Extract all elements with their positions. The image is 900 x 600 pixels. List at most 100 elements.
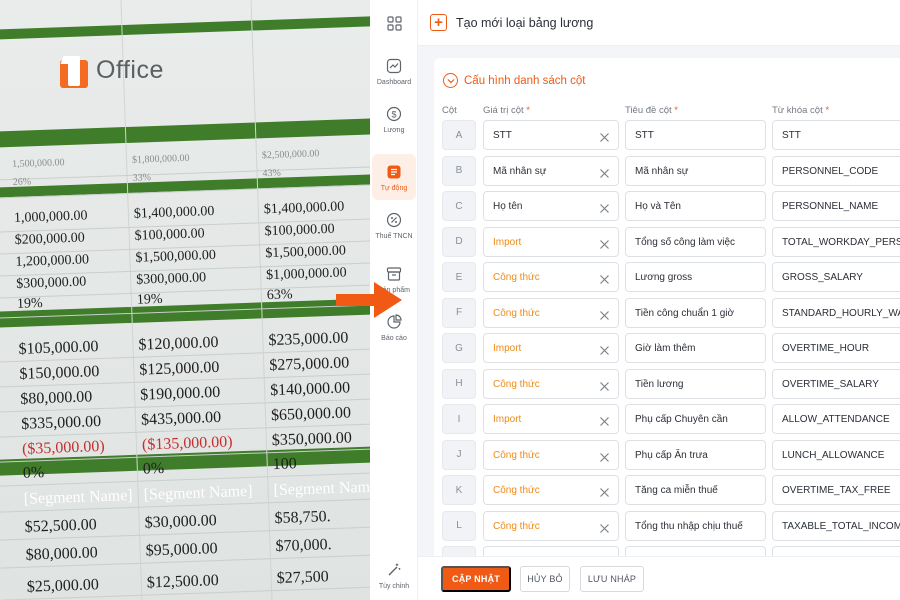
column-key-input[interactable]: TOTAL_WORKDAY_PERSON xyxy=(772,226,900,257)
column-value-select[interactable]: Công thức xyxy=(483,439,619,470)
table-row: B Mã nhân sự Mã nhân sự PERSONNEL_CODE xyxy=(434,155,900,186)
svg-text:$: $ xyxy=(391,109,396,119)
cancel-button[interactable]: HỦY BỎ xyxy=(520,566,570,592)
column-value-text: Import xyxy=(493,414,522,425)
sheet-cell-value: $100,000.00 xyxy=(264,221,335,240)
clear-icon[interactable] xyxy=(599,485,610,497)
save-draft-button[interactable]: LƯU NHÁP xyxy=(580,566,644,592)
column-key-input[interactable]: GROSS_SALARY xyxy=(772,262,900,292)
column-value-select[interactable]: Họ tên xyxy=(483,191,619,221)
column-title-input[interactable]: Mã nhân sự xyxy=(625,155,766,186)
column-value-select[interactable]: Công thức xyxy=(483,510,619,541)
column-key-input[interactable]: TAXABLE_TOTAL_INCOME xyxy=(772,510,900,541)
column-key-text: PERSONNEL_NAME xyxy=(782,201,879,212)
column-value-select[interactable]: Import xyxy=(483,226,619,257)
column-key-input[interactable]: STT xyxy=(772,120,900,150)
sheet-cell-value: $1,400,000.00 xyxy=(133,203,215,222)
table-row: D Import Tổng số công làm việc TOTAL_WORKDA… xyxy=(434,226,900,257)
column-key-text: TOTAL_WORKDAY_PERSON xyxy=(782,236,900,248)
page-title: Tạo mới loại bảng lương xyxy=(456,16,594,30)
column-key-input[interactable]: OVERTIME_TAX_FREE xyxy=(772,475,900,505)
column-value-text: Mã nhân sự xyxy=(493,165,547,177)
table-row: G Import Giờ làm thêm OVERTIME_HOUR xyxy=(434,333,900,363)
column-key-input[interactable]: ALLOW_ATTENDANCE xyxy=(772,404,900,434)
column-title-input[interactable]: Phụ cấp Ăn trưa xyxy=(625,439,766,470)
sheet-cell-value: $125,000.00 xyxy=(139,358,220,379)
column-title-text: Tổng thu nhập chịu thuế xyxy=(635,520,743,532)
column-value-select[interactable]: Công thức xyxy=(483,368,619,399)
chevron-down-icon xyxy=(443,73,458,88)
column-value-select[interactable]: Công thức xyxy=(483,297,619,328)
column-value-select[interactable]: Mã nhân sự xyxy=(483,155,619,186)
column-title-input[interactable]: Tổng thu nhập chịu thuế xyxy=(625,510,766,541)
column-key-input[interactable]: OVERTIME_HOUR xyxy=(772,333,900,363)
sidebar-item-luong[interactable]: $ Lương xyxy=(372,96,416,142)
column-key-input[interactable]: LUNCH_ALLOWANCE xyxy=(772,439,900,470)
column-letter: E xyxy=(442,262,476,292)
sheet-cell-value: $2,500,000.00 xyxy=(261,148,320,162)
column-value-select[interactable]: Import xyxy=(483,333,619,363)
sidebar-item-label: Tự động xyxy=(380,184,408,192)
clear-icon[interactable] xyxy=(599,272,610,284)
clear-icon[interactable] xyxy=(599,450,610,462)
clear-icon[interactable] xyxy=(599,166,610,178)
column-title-input[interactable]: Lương gross xyxy=(625,262,766,292)
sheet-cell-value: $200,000.00 xyxy=(14,230,85,248)
column-title-input[interactable]: Họ và Tên xyxy=(625,191,766,221)
sidebar-item-thue-tncn[interactable]: Thuế TNCN xyxy=(372,202,416,248)
sidebar-item-label: Lương xyxy=(383,126,405,134)
column-title-input[interactable]: Phụ cấp Chuyên cần xyxy=(625,404,766,434)
sidebar-item-tuy-chinh[interactable]: Tùy chỉnh xyxy=(372,552,416,598)
column-header-letter: Cột xyxy=(442,105,457,116)
table-row: I Import Phụ cấp Chuyên cần ALLOW_ATTENDANC… xyxy=(434,404,900,434)
sheet-cell-value: 0% xyxy=(142,459,165,478)
column-key-input[interactable]: PERSONNEL_CODE xyxy=(772,155,900,186)
sheet-cell-value: $300,000.00 xyxy=(16,274,87,292)
column-title-input[interactable]: Giờ làm thêm xyxy=(625,333,766,363)
column-value-select[interactable]: Công thức xyxy=(483,475,619,505)
column-title-input[interactable]: STT xyxy=(625,120,766,150)
column-value-select[interactable]: Công thức xyxy=(483,262,619,292)
column-key-input[interactable]: OVERTIME_SALARY xyxy=(772,368,900,399)
update-button[interactable]: CẬP NHẬT xyxy=(441,566,511,592)
app-grid-button[interactable] xyxy=(370,12,418,34)
column-value-text: Công thức xyxy=(493,378,540,390)
clear-icon[interactable] xyxy=(599,343,610,355)
column-header-title: Tiêu đề cột * xyxy=(625,105,678,116)
percent-icon xyxy=(386,212,402,227)
clear-icon[interactable] xyxy=(599,201,610,213)
column-title-input[interactable]: Tiền lương xyxy=(625,368,766,399)
clear-icon[interactable] xyxy=(599,308,610,320)
clear-icon[interactable] xyxy=(599,237,610,249)
sheet-cell-value: $80,000.00 xyxy=(25,544,99,564)
column-letter: K xyxy=(442,475,476,505)
clear-icon[interactable] xyxy=(599,521,610,533)
sidebar-item-tu-dong[interactable]: Tự động xyxy=(372,154,416,200)
column-value-text: Họ tên xyxy=(493,201,523,212)
column-title-input[interactable]: Tiền công chuẩn 1 giờ xyxy=(625,297,766,328)
column-letter: G xyxy=(442,333,476,363)
add-icon[interactable]: + xyxy=(430,14,447,31)
column-value-text: Công thức xyxy=(493,307,540,319)
sidebar-item-dashboard[interactable]: Dashboard xyxy=(372,48,416,94)
column-value-select[interactable]: Import xyxy=(483,404,619,434)
sidebar-item-label: Dashboard xyxy=(376,78,412,86)
column-key-input[interactable]: PERSONNEL_NAME xyxy=(772,191,900,221)
column-key-text: OVERTIME_SALARY xyxy=(782,378,879,390)
clear-icon[interactable] xyxy=(599,130,610,142)
sheet-cell-value: $27,500 xyxy=(276,568,329,587)
column-key-input[interactable]: STANDARD_HOURLY_WAGE xyxy=(772,297,900,328)
grid-icon xyxy=(386,15,402,31)
sheet-cell-value: 1,500,000.00 xyxy=(11,157,65,170)
sheet-cell-value: $1,500,000.00 xyxy=(135,247,217,266)
sheet-cell-value: $52,500.00 xyxy=(24,516,98,536)
column-value-select[interactable]: STT xyxy=(483,120,619,150)
column-title-input[interactable]: Tổng số công làm việc xyxy=(625,226,766,257)
sheet-cell-value: 1,200,000.00 xyxy=(15,252,90,270)
clear-icon[interactable] xyxy=(599,379,610,391)
section-toggle[interactable]: Cấu hình danh sách cột xyxy=(443,73,585,88)
clear-icon[interactable] xyxy=(599,414,610,426)
sheet-cell-value: 33% xyxy=(132,172,152,184)
background-photo: 1,500,000.00 $1,800,000.00 $2,500,000.00 26… xyxy=(0,0,370,600)
column-title-input[interactable]: Tăng ca miễn thuế xyxy=(625,475,766,505)
